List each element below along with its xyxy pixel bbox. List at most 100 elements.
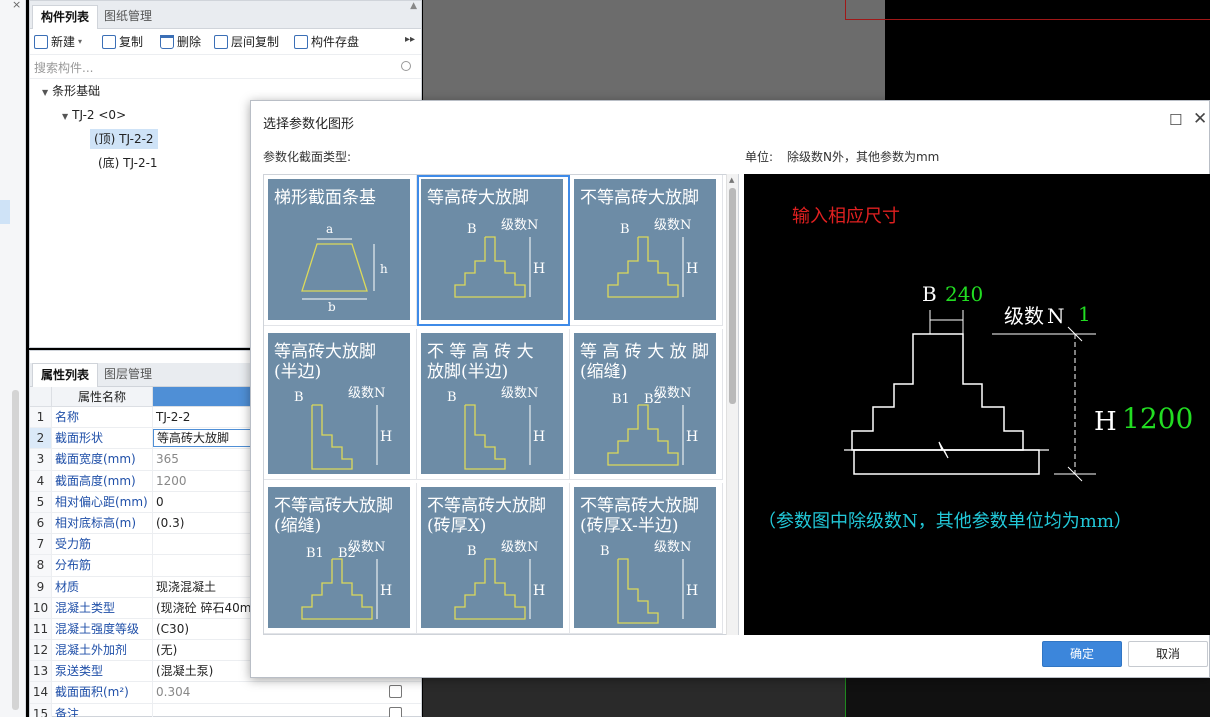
property-name: 备注 <box>52 703 153 717</box>
row-checkbox[interactable] <box>389 706 402 717</box>
shape-title: 梯形截面条基 <box>274 188 376 208</box>
label-H: H <box>533 583 545 599</box>
shape-thumbnail: 梯形截面条基 a h b <box>268 179 410 320</box>
label-N: 级数N <box>348 386 385 401</box>
shape-option[interactable]: 不等高砖大放脚 (砖厚X) H 级数N B <box>417 483 570 634</box>
new-button[interactable]: 新建 ▾ <box>34 33 82 51</box>
chevron-down-icon[interactable]: ▾ <box>78 33 82 51</box>
label-B: B <box>620 222 630 237</box>
selected-marker <box>0 200 10 224</box>
shape-option[interactable]: 不 等 高 砖 大放脚(半边) H 级数N B <box>417 329 570 480</box>
label-H: H <box>380 583 392 599</box>
property-name: 截面面积(m²) <box>52 682 153 703</box>
floor-copy-button[interactable]: 层间复制 <box>214 33 279 51</box>
table-row[interactable]: 15 备注 <box>30 703 421 717</box>
preview-n-letter: N <box>1047 304 1065 328</box>
more-icon[interactable]: ▸▸ <box>405 34 415 45</box>
shape-preview: 输入相应尺寸 B 240 级数 N 1 H 1200 （参数图中除级数N，其他参… <box>744 174 1210 635</box>
property-name: 混凝土类型 <box>52 597 153 618</box>
tree-item-bottom[interactable]: (底) TJ-2-1 <box>98 153 158 173</box>
copy-label: 复制 <box>119 35 144 49</box>
shape-option[interactable]: 等高砖大放脚 H 级数N B <box>417 175 570 326</box>
property-value[interactable] <box>153 704 421 717</box>
label-N: 级数N <box>654 540 691 555</box>
row-number: 12 <box>30 640 52 661</box>
tab-layer-management[interactable]: 图层管理 <box>96 363 160 387</box>
property-name: 截面宽度(mm) <box>52 449 153 470</box>
shape-option[interactable]: 不等高砖大放脚 H 级数N B <box>570 175 723 326</box>
footing-outline <box>851 333 1024 451</box>
shape-thumbnail: 等 高 砖 大 放 脚(缩缝)H级数NB1 B2 <box>574 333 716 474</box>
scroll-thumb[interactable] <box>729 188 736 404</box>
label-B1: B1 <box>306 546 324 561</box>
component-toolbar: 新建 ▾ 复制 删除 层间复制 构件存盘 ▸▸ <box>30 29 421 55</box>
shape-thumbnail: 不等高砖大放脚(缩缝)H级数NB1 B2 <box>268 487 410 628</box>
property-name: 材质 <box>52 576 153 597</box>
property-value[interactable]: 0.304 <box>153 682 421 702</box>
label-h: h <box>380 262 388 276</box>
table-row[interactable]: 14 截面面积(m²) 0.304 <box>30 682 421 704</box>
close-icon[interactable]: × <box>12 0 21 11</box>
property-name: 相对偏心距(mm) <box>52 491 153 512</box>
left-side-strip: × <box>0 0 26 717</box>
ok-button[interactable]: 确定 <box>1042 641 1122 667</box>
component-tabs: 构件列表 图纸管理 ▲ <box>30 1 421 29</box>
cancel-button[interactable]: 取消 <box>1128 641 1208 667</box>
property-name: 名称 <box>52 407 153 428</box>
trash-icon <box>160 35 174 49</box>
shape-option[interactable]: 梯形截面条基 a h b <box>264 175 417 326</box>
floor-copy-label: 层间复制 <box>231 35 280 49</box>
row-number: 10 <box>30 597 52 618</box>
row-number: 8 <box>30 555 52 576</box>
preview-drawing: 输入相应尺寸 B 240 级数 N 1 H 1200 （参数图中除级数N，其他参… <box>758 206 1193 532</box>
collapse-icon[interactable]: ▼ <box>42 88 48 97</box>
property-name: 相对底标高(m) <box>52 512 153 534</box>
row-number: 13 <box>30 661 52 682</box>
label-H: H <box>380 429 392 445</box>
tree-item-top[interactable]: (顶) TJ-2-2 <box>90 129 158 149</box>
label-N: 级数N <box>654 218 691 233</box>
shape-option[interactable]: 不等高砖大放脚 (砖厚X-半边) H 级数N B <box>570 483 723 634</box>
property-name: 混凝土外加剂 <box>52 640 153 661</box>
shape-gallery: 梯形截面条基 a h b 等高砖大放脚 H 级数N B 不等高砖大放脚 H 级数N B 等高砖大放脚 (半… <box>263 174 739 635</box>
cad-viewport <box>845 0 1210 100</box>
shape-title: 不等高砖大放脚 <box>580 188 699 208</box>
scroll-up-icon[interactable]: ▲ <box>729 176 734 184</box>
collapse-icon[interactable]: ▼ <box>62 112 68 121</box>
shape-option[interactable]: 等 高 砖 大 放 脚 (缩缝) H 级数N B1 B2 <box>570 329 723 480</box>
tree-group-label: TJ-2 <0> <box>72 108 127 122</box>
shape-title: 不等高砖大放脚 <box>427 496 546 516</box>
search-input[interactable]: 搜索构件... <box>30 57 421 79</box>
gallery-scrollbar[interactable]: ▲ <box>726 174 738 635</box>
property-name: 分布筋 <box>52 555 153 576</box>
label-H: H <box>533 429 545 445</box>
search-icon[interactable] <box>401 61 411 71</box>
tab-properties[interactable]: 属性列表 <box>32 363 99 387</box>
delete-button[interactable]: 删除 <box>160 33 201 51</box>
preview-prompt: 输入相应尺寸 <box>792 206 900 227</box>
label-N: 级数N <box>501 218 538 233</box>
shape-title: 放脚(半边) <box>427 362 508 382</box>
parametric-shape-dialog: 选择参数化图形 ☐ ✕ 参数化截面类型: 单位: 除级数N外，其他参数为mm 梯… <box>250 100 1210 678</box>
row-number: 14 <box>30 682 52 703</box>
maximize-icon[interactable]: ☐ <box>1169 111 1182 129</box>
row-checkbox[interactable] <box>389 685 402 699</box>
tab-component-list[interactable]: 构件列表 <box>32 5 99 29</box>
scroll-up-icon[interactable]: ▲ <box>410 1 417 11</box>
close-icon[interactable]: ✕ <box>1193 109 1207 129</box>
shape-option[interactable]: 不等高砖大放脚 (缩缝) H 级数N B1 B2 <box>264 483 417 634</box>
tab-drawing-management[interactable]: 图纸管理 <box>96 5 160 29</box>
label-B: B <box>294 390 304 405</box>
tree-group[interactable]: ▼ TJ-2 <0> <box>62 105 126 125</box>
break-line <box>844 441 1049 459</box>
label-H: H <box>686 261 698 277</box>
copy-button[interactable]: 复制 <box>102 33 143 51</box>
save-component-button[interactable]: 构件存盘 <box>294 33 359 51</box>
scrollbar[interactable] <box>12 390 19 710</box>
tree-root-label: 条形基础 <box>52 84 101 98</box>
cad-line <box>845 19 1210 20</box>
shape-option[interactable]: 等高砖大放脚 (半边) H 级数N B <box>264 329 417 480</box>
tree-root[interactable]: ▼ 条形基础 <box>42 81 100 101</box>
section-label: 参数化截面类型: <box>263 150 352 164</box>
row-number: 2 <box>30 428 52 449</box>
